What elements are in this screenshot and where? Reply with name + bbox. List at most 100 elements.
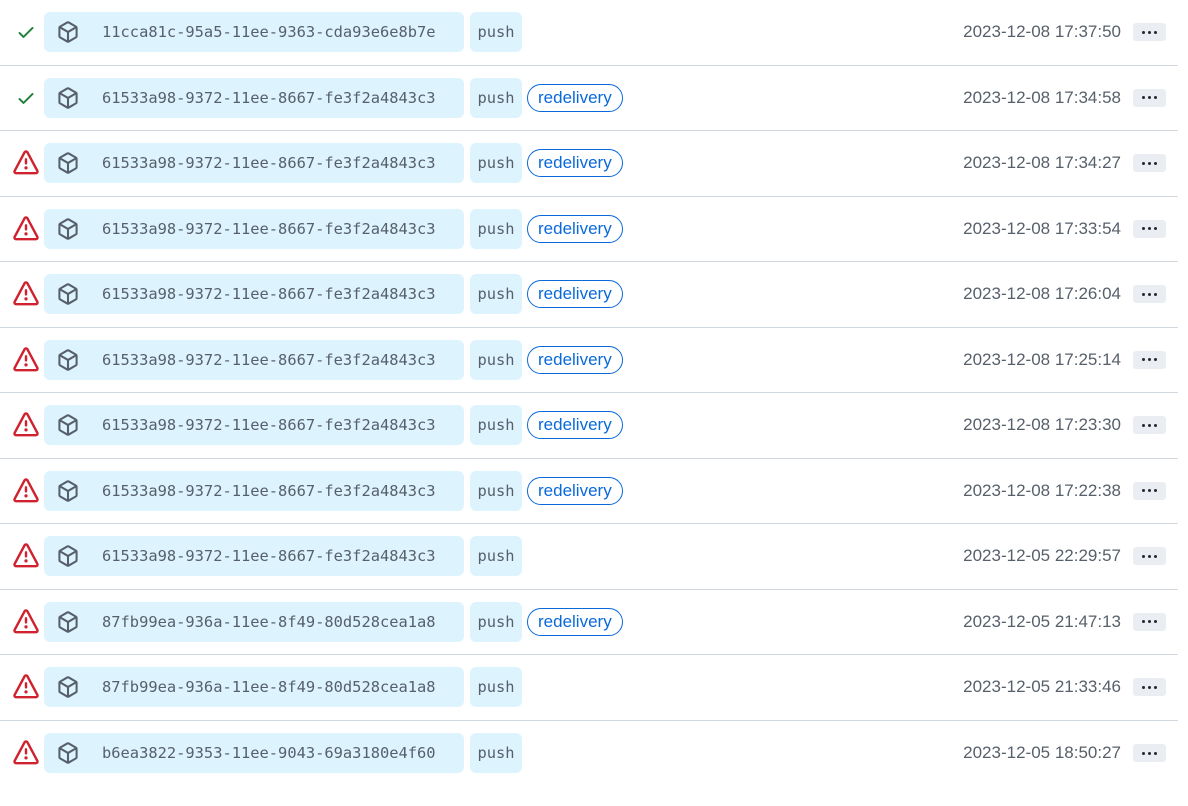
alert-icon — [13, 477, 39, 504]
deliveries-list: 11cca81c-95a5-11ee-9363-cda93e6e8b7e push… — [0, 0, 1178, 786]
kebab-dot-icon — [1148, 161, 1151, 165]
redelivery-badge: redelivery — [527, 345, 623, 374]
delivery-row[interactable]: b6ea3822-9353-11ee-9043-69a3180e4f60 push… — [0, 721, 1178, 787]
event-type-label: push — [470, 208, 522, 249]
kebab-dot-icon — [1154, 751, 1157, 755]
delivery-row[interactable]: 61533a98-9372-11ee-8667-fe3f2a4843c3 push… — [0, 328, 1178, 393]
kebab-dot-icon — [1154, 554, 1157, 558]
more-options-button[interactable] — [1133, 612, 1166, 631]
package-icon — [56, 20, 80, 44]
delivery-guid: 61533a98-9372-11ee-8667-fe3f2a4843c3 — [102, 285, 436, 304]
alert-icon — [13, 281, 39, 307]
kebab-dot-icon — [1142, 554, 1145, 558]
redelivery-badge: redelivery — [527, 83, 623, 112]
delivery-timestamp: 2023-12-08 17:25:14 — [963, 349, 1121, 369]
more-options-button[interactable] — [1133, 744, 1166, 763]
package-icon — [56, 413, 80, 437]
delivery-guid-pill[interactable]: 61533a98-9372-11ee-8667-fe3f2a4843c3 — [44, 470, 464, 511]
alert-icon — [13, 215, 39, 242]
delivery-guid-pill[interactable]: 87fb99ea-936a-11ee-8f49-80d528cea1a8 — [44, 601, 464, 642]
more-options-button[interactable] — [1133, 678, 1166, 697]
more-options-button[interactable] — [1133, 23, 1166, 42]
event-type-label: push — [470, 733, 522, 774]
more-options-button[interactable] — [1133, 219, 1166, 238]
more-options-button[interactable] — [1133, 350, 1166, 369]
delivery-guid-pill[interactable]: b6ea3822-9353-11ee-9043-69a3180e4f60 — [44, 733, 464, 774]
kebab-dot-icon — [1148, 751, 1151, 755]
delivery-timestamp: 2023-12-05 21:33:46 — [963, 677, 1121, 697]
delivery-timestamp: 2023-12-05 22:29:57 — [963, 546, 1121, 566]
package-icon — [56, 675, 80, 699]
alert-icon — [13, 150, 39, 176]
kebab-dot-icon — [1142, 358, 1145, 362]
delivery-guid-pill[interactable]: 61533a98-9372-11ee-8667-fe3f2a4843c3 — [44, 274, 464, 315]
kebab-dot-icon — [1154, 685, 1157, 689]
package-icon — [56, 151, 80, 175]
delivery-guid: 61533a98-9372-11ee-8667-fe3f2a4843c3 — [102, 547, 436, 566]
event-type-label: push — [470, 536, 522, 577]
event-type-label: push — [470, 339, 522, 380]
package-icon — [56, 282, 80, 306]
package-icon — [56, 86, 80, 110]
delivery-row[interactable]: 61533a98-9372-11ee-8667-fe3f2a4843c3 push… — [0, 66, 1178, 131]
more-options-button[interactable] — [1133, 285, 1166, 304]
more-options-button[interactable] — [1133, 481, 1166, 500]
delivery-guid: 11cca81c-95a5-11ee-9363-cda93e6e8b7e — [102, 23, 436, 42]
delivery-timestamp: 2023-12-08 17:34:27 — [963, 153, 1121, 173]
delivery-row[interactable]: 61533a98-9372-11ee-8667-fe3f2a4843c3 push… — [0, 393, 1178, 459]
check-icon — [13, 19, 39, 45]
kebab-dot-icon — [1142, 161, 1145, 165]
event-type-label: push — [470, 143, 522, 184]
kebab-dot-icon — [1148, 489, 1151, 493]
redelivery-badge: redelivery — [527, 280, 623, 309]
delivery-timestamp: 2023-12-08 17:33:54 — [963, 218, 1121, 238]
kebab-dot-icon — [1148, 292, 1151, 296]
delivery-row[interactable]: 87fb99ea-936a-11ee-8f49-80d528cea1a8 push… — [0, 655, 1178, 721]
delivery-guid: 61533a98-9372-11ee-8667-fe3f2a4843c3 — [102, 154, 436, 173]
delivery-row[interactable]: 61533a98-9372-11ee-8667-fe3f2a4843c3 push… — [0, 524, 1178, 590]
delivery-guid: 87fb99ea-936a-11ee-8f49-80d528cea1a8 — [102, 612, 436, 631]
delivery-guid-pill[interactable]: 87fb99ea-936a-11ee-8f49-80d528cea1a8 — [44, 667, 464, 708]
delivery-guid-pill[interactable]: 61533a98-9372-11ee-8667-fe3f2a4843c3 — [44, 536, 464, 577]
kebab-dot-icon — [1154, 30, 1157, 34]
delivery-guid-pill[interactable]: 61533a98-9372-11ee-8667-fe3f2a4843c3 — [44, 208, 464, 249]
redelivery-badge: redelivery — [527, 149, 623, 178]
delivery-guid-pill[interactable]: 61533a98-9372-11ee-8667-fe3f2a4843c3 — [44, 143, 464, 184]
delivery-guid-pill[interactable]: 61533a98-9372-11ee-8667-fe3f2a4843c3 — [44, 77, 464, 118]
event-type-label: push — [470, 274, 522, 315]
delivery-row[interactable]: 11cca81c-95a5-11ee-9363-cda93e6e8b7e push… — [0, 0, 1178, 66]
delivery-guid-pill[interactable]: 11cca81c-95a5-11ee-9363-cda93e6e8b7e — [44, 12, 464, 53]
event-type-label: push — [470, 667, 522, 708]
more-options-button[interactable] — [1133, 154, 1166, 173]
delivery-guid-pill[interactable]: 61533a98-9372-11ee-8667-fe3f2a4843c3 — [44, 339, 464, 380]
delivery-row[interactable]: 61533a98-9372-11ee-8667-fe3f2a4843c3 push… — [0, 262, 1178, 328]
redelivery-badge: redelivery — [527, 214, 623, 243]
delivery-guid: 61533a98-9372-11ee-8667-fe3f2a4843c3 — [102, 350, 436, 369]
more-options-button[interactable] — [1133, 547, 1166, 566]
event-type-label: push — [470, 470, 522, 511]
delivery-timestamp: 2023-12-08 17:34:58 — [963, 87, 1121, 107]
delivery-row[interactable]: 61533a98-9372-11ee-8667-fe3f2a4843c3 push… — [0, 131, 1178, 197]
kebab-dot-icon — [1142, 96, 1145, 100]
delivery-timestamp: 2023-12-08 17:37:50 — [963, 22, 1121, 42]
delivery-row[interactable]: 61533a98-9372-11ee-8667-fe3f2a4843c3 push… — [0, 197, 1178, 262]
kebab-dot-icon — [1154, 161, 1157, 165]
delivery-timestamp: 2023-12-05 21:47:13 — [963, 611, 1121, 631]
alert-icon — [13, 740, 39, 766]
delivery-guid-pill[interactable]: 61533a98-9372-11ee-8667-fe3f2a4843c3 — [44, 405, 464, 446]
package-icon — [56, 544, 80, 568]
delivery-row[interactable]: 61533a98-9372-11ee-8667-fe3f2a4843c3 push… — [0, 459, 1178, 524]
package-icon — [56, 741, 80, 765]
more-options-button[interactable] — [1133, 88, 1166, 107]
kebab-dot-icon — [1148, 358, 1151, 362]
package-icon — [56, 479, 80, 503]
kebab-dot-icon — [1148, 423, 1151, 427]
package-icon — [56, 348, 80, 372]
more-options-button[interactable] — [1133, 416, 1166, 435]
delivery-timestamp: 2023-12-08 17:22:38 — [963, 480, 1121, 500]
kebab-dot-icon — [1154, 489, 1157, 493]
kebab-dot-icon — [1148, 227, 1151, 231]
event-type-label: push — [470, 12, 522, 53]
kebab-dot-icon — [1148, 30, 1151, 34]
delivery-row[interactable]: 87fb99ea-936a-11ee-8f49-80d528cea1a8 push… — [0, 590, 1178, 655]
